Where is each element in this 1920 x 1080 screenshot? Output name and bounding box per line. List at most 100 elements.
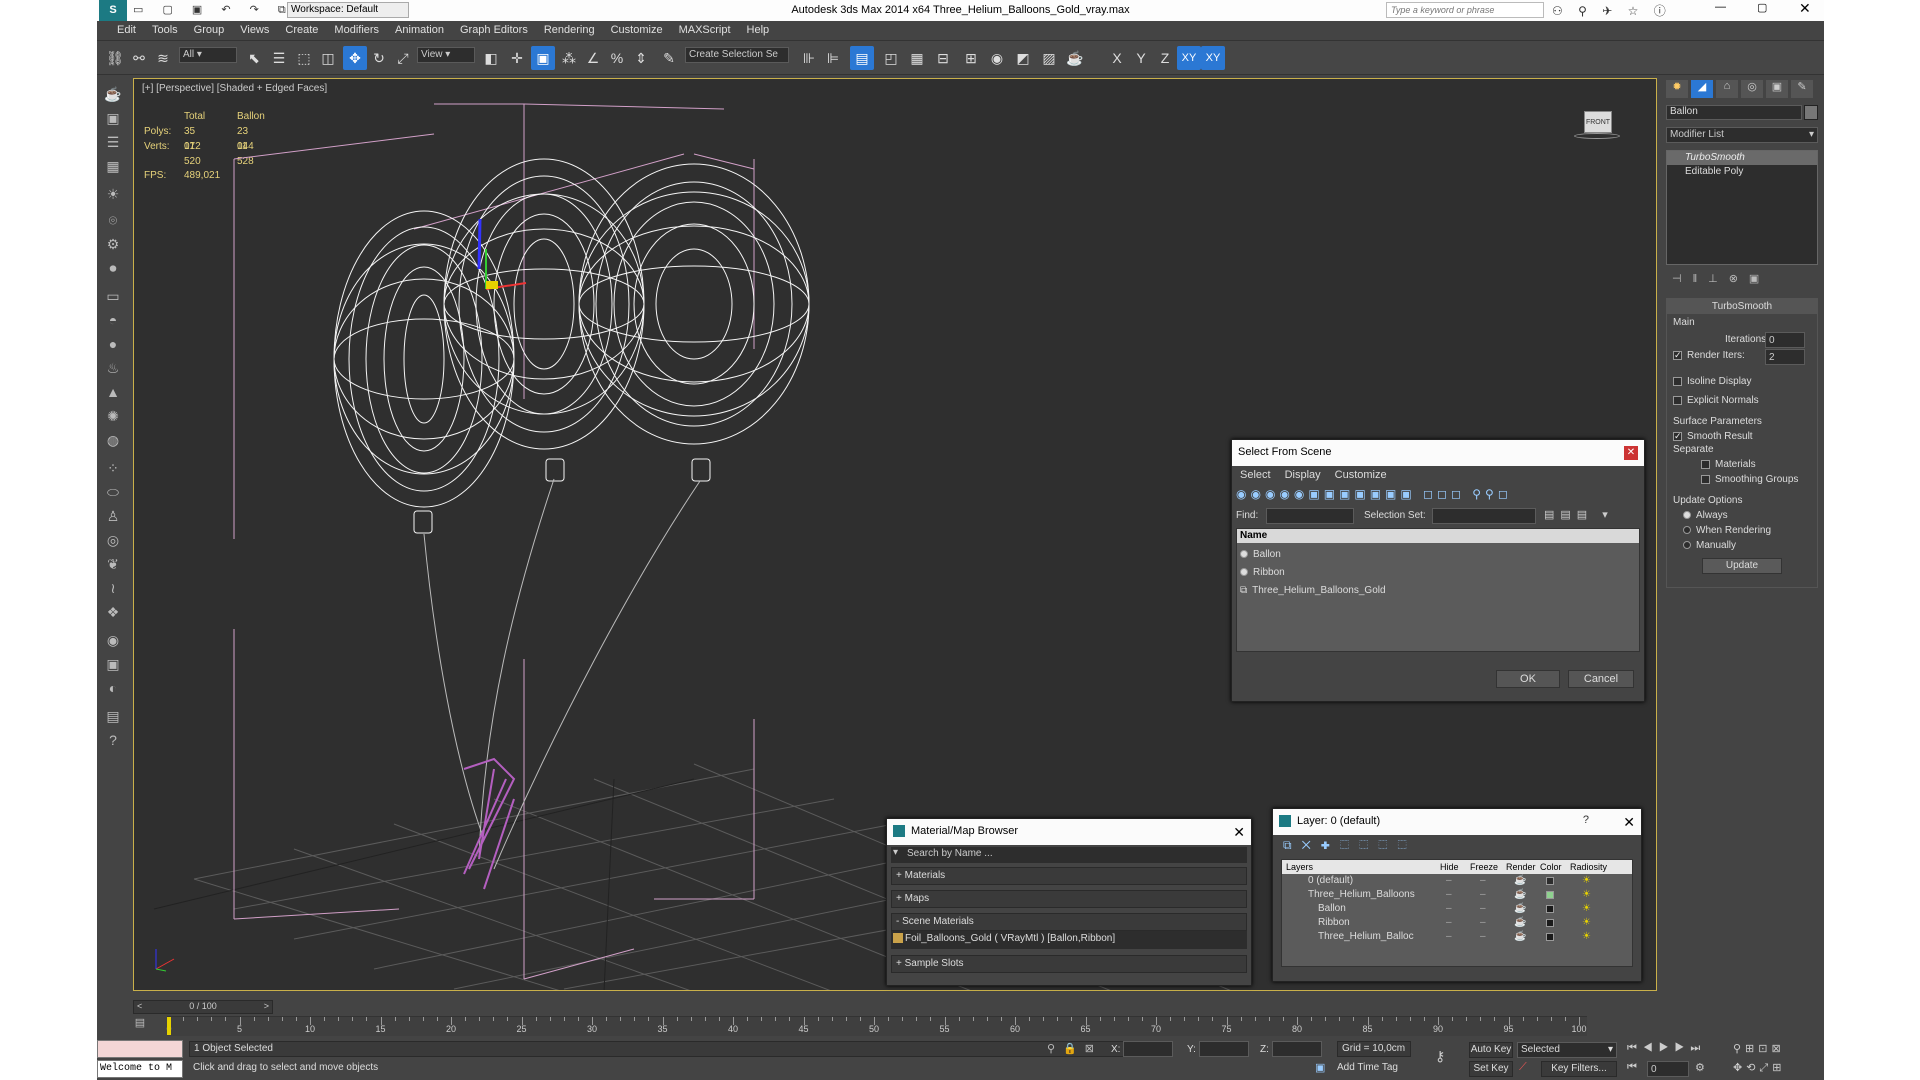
record-icon[interactable]: ⏺ (102, 257, 124, 279)
radiosity-icon[interactable]: ☀ (1582, 916, 1591, 930)
lock-selection-icons[interactable]: ⚲🔒⊠ (1047, 1042, 1102, 1055)
curve-editor-icon[interactable]: ⊟ (931, 46, 955, 70)
dialog-menu-select[interactable]: Select (1240, 469, 1271, 481)
auto-key-button[interactable]: Auto Key (1469, 1042, 1513, 1058)
layer-toolbar-icons[interactable]: ⧉✕✚⬚⬚⬚⬚ (1273, 835, 1641, 857)
hide-toggle[interactable]: – (1446, 916, 1452, 930)
scale-icon[interactable]: ⤢ (391, 46, 415, 70)
key-filters-button[interactable]: Key Filters... (1541, 1061, 1617, 1077)
menu-item[interactable]: Help (739, 21, 778, 39)
menu-item[interactable]: Animation (387, 21, 452, 39)
menu-item[interactable]: Edit (109, 21, 144, 39)
menu-item[interactable]: Tools (144, 21, 186, 39)
menu-item[interactable]: Create (277, 21, 326, 39)
key-mode-dropdown[interactable]: Selected ▾ (1517, 1042, 1617, 1058)
manually-radio[interactable] (1683, 541, 1691, 550)
bind-spacewarp-icon[interactable]: ≋ (151, 46, 175, 70)
time-config-icon[interactable]: ⚙ (1695, 1061, 1705, 1074)
axis-z-button[interactable]: Z (1153, 46, 1177, 70)
isoline-checkbox[interactable] (1673, 376, 1682, 386)
layer-color-swatch[interactable] (1546, 933, 1554, 941)
modifier-list-dropdown[interactable]: Modifier List ▾ (1666, 127, 1818, 143)
unlink-icon[interactable]: ⚯ (127, 46, 151, 70)
list-icon[interactable]: ☰ (102, 131, 124, 153)
layer-row[interactable]: Three_Helium_Balloc – – ☕ ☀ (1282, 930, 1632, 944)
col-render[interactable]: Render (1506, 860, 1536, 874)
key-mode-toggle-icon[interactable]: ⏮ (1627, 1061, 1637, 1074)
freeze-toggle[interactable]: – (1480, 916, 1486, 930)
radiosity-icon[interactable]: ☀ (1582, 874, 1591, 888)
select-by-name-icon[interactable]: ☰ (267, 46, 291, 70)
link-icon[interactable]: ⛓ (103, 46, 127, 70)
materials-checkbox[interactable] (1701, 459, 1710, 469)
stack-item-editable-poly[interactable]: Editable Poly (1667, 165, 1817, 179)
render-teapot-icon[interactable]: ☕ (1514, 916, 1526, 930)
viewport-nav-icons[interactable]: ⚲⊞⊡⊠ (1733, 1042, 1785, 1055)
close-window-button[interactable]: ✕ (1799, 0, 1811, 17)
help-icon[interactable]: ? (102, 729, 124, 751)
menu-item[interactable]: Group (186, 21, 233, 39)
hide-toggle[interactable]: – (1446, 874, 1452, 888)
filter-icons-row[interactable]: ◉◉◉◉◉▣▣▣▣▣▣▣ ◻◻◻ ⚲⚲◻ (1232, 484, 1644, 506)
curve-editor-mini-icon[interactable]: ▤ (129, 1016, 151, 1034)
hide-toggle[interactable]: – (1446, 902, 1452, 916)
col-freeze[interactable]: Freeze (1470, 860, 1498, 874)
object-color-swatch[interactable] (1804, 105, 1818, 120)
y-coord-field[interactable] (1199, 1041, 1249, 1057)
time-tag-icon[interactable]: ▣ (1315, 1061, 1325, 1074)
render-teapot-icon[interactable]: ☕ (1514, 874, 1526, 888)
helper-icon[interactable]: ⚙ (102, 233, 124, 255)
scene-object-list[interactable]: Name Ballon Ribbon ⧉ Three_Helium_Balloon… (1236, 528, 1640, 652)
axis-x-button[interactable]: X (1105, 46, 1129, 70)
render-iters-spinner[interactable] (1765, 349, 1805, 365)
current-frame-marker[interactable] (167, 1017, 171, 1035)
teapot-shape-icon[interactable]: ♨ (102, 357, 124, 379)
menu-item[interactable]: Customize (603, 21, 671, 39)
plant-icon[interactable]: ❦ (102, 553, 124, 575)
material-editor-icon[interactable]: ◉ (985, 46, 1009, 70)
playback-controls-icons[interactable]: ⏮◀▶▶⏭ (1627, 1042, 1706, 1055)
scene-icon[interactable]: ▣ (102, 653, 124, 675)
maximize-button[interactable]: ▢ (1757, 1, 1767, 14)
selection-filter-dropdown[interactable]: All ▾ (179, 47, 237, 63)
smooth-result-checkbox[interactable] (1673, 430, 1682, 443)
edit-named-sel-icon[interactable]: ✎ (657, 46, 681, 70)
layer-color-swatch[interactable] (1546, 877, 1554, 885)
layer-color-swatch[interactable] (1546, 919, 1554, 927)
materials-section[interactable]: + Materials (891, 867, 1247, 885)
material-sphere-icon[interactable]: ◉ (102, 629, 124, 651)
spinner-snap-icon[interactable]: ⇕ (629, 46, 653, 70)
render-teapot-icon[interactable]: ☕ (1514, 888, 1526, 902)
close-icon[interactable]: ✕ (1624, 446, 1638, 460)
hemisphere-icon[interactable]: ◓ (102, 309, 124, 331)
capsule-icon[interactable]: ⬭ (102, 481, 124, 503)
col-color[interactable]: Color (1540, 860, 1562, 874)
box-icon[interactable]: ▭ (102, 285, 124, 307)
ok-button[interactable]: OK (1496, 670, 1560, 688)
cone-icon[interactable]: ▲ (102, 381, 124, 403)
script-icon[interactable]: ▤ (102, 705, 124, 727)
z-coord-field[interactable] (1272, 1041, 1322, 1057)
render-teapot-icon[interactable]: ☕ (1514, 902, 1526, 916)
stack-item-turbosmooth[interactable]: TurboSmooth (1667, 151, 1817, 165)
layer-manager-icon[interactable]: ◰ (879, 46, 903, 70)
ref-coord-dropdown[interactable]: View ▾ (417, 47, 475, 63)
radiosity-icon[interactable]: ☀ (1582, 902, 1591, 916)
layer-row[interactable]: 0 (default) – – ☕ ☀ (1282, 874, 1632, 888)
align-icon[interactable]: ⊫ (821, 46, 845, 70)
hair-icon[interactable]: ≀ (102, 577, 124, 599)
selection-set-dropdown[interactable] (1432, 508, 1536, 524)
select-object-icon[interactable]: ⬉ (242, 46, 266, 70)
display-tab-icon[interactable]: ▣ (1766, 80, 1788, 98)
freeze-toggle[interactable]: – (1480, 888, 1486, 902)
close-icon[interactable]: ✕ (1623, 814, 1635, 831)
move-icon[interactable]: ✥ (343, 46, 367, 70)
menu-item[interactable]: Modifiers (326, 21, 387, 39)
geosphere-icon[interactable]: ◍ (102, 429, 124, 451)
menu-item[interactable]: Rendering (536, 21, 603, 39)
figure-icon[interactable]: ♙ (102, 505, 124, 527)
modify-tab-icon[interactable]: ◢ (1691, 80, 1713, 98)
rotate-icon[interactable]: ↻ (367, 46, 391, 70)
browser-search[interactable]: ▾ Search by Name ... (891, 847, 1247, 863)
search-box[interactable]: Type a keyword or phrase (1386, 2, 1544, 18)
